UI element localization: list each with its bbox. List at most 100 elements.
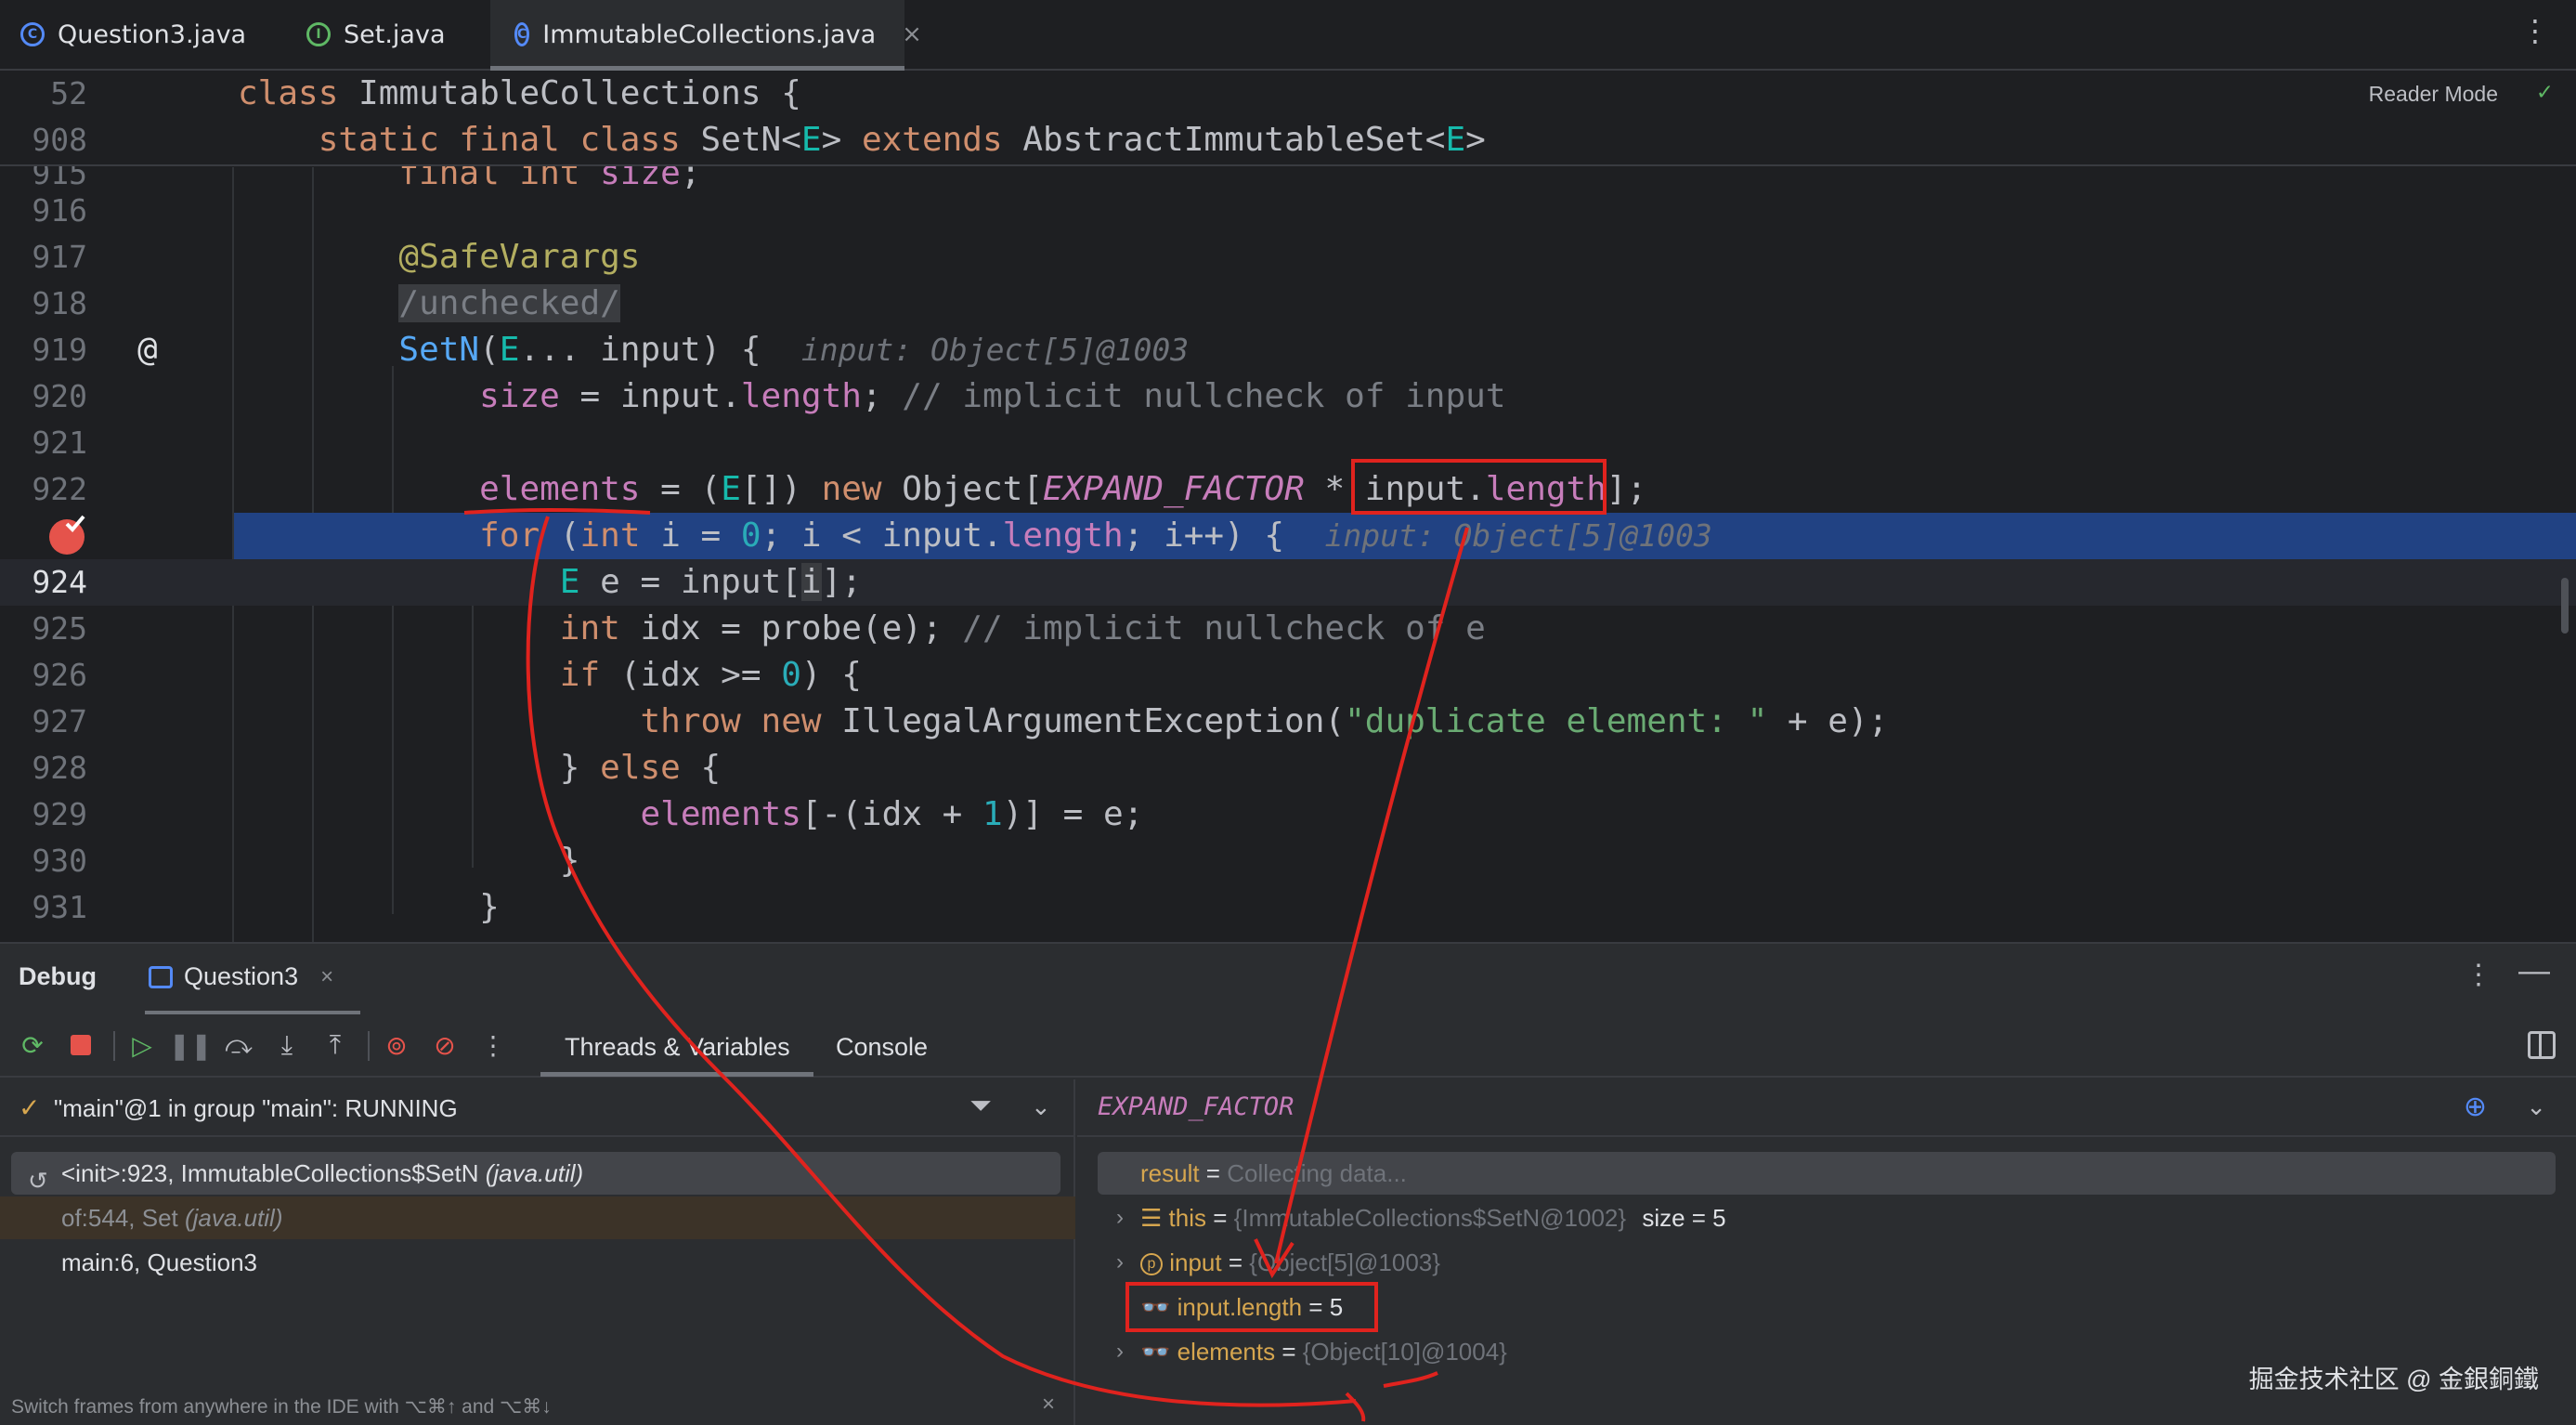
variable-name: this (1168, 1204, 1207, 1232)
field-icon: ☰ (1140, 1204, 1163, 1232)
interface-icon: I (306, 22, 331, 46)
variable-row[interactable]: › p input = {Object[5]@1003} (1098, 1241, 2556, 1284)
code-text: class ImmutableCollections { (238, 74, 801, 112)
sticky-line[interactable]: 908 static final class SetN<E> extends A… (0, 117, 2576, 163)
code-line[interactable]: 924 E e = input[i]; (0, 559, 2576, 606)
code-line[interactable]: 931 } (0, 884, 2576, 931)
equals-sign: = (1199, 1159, 1228, 1187)
close-icon[interactable]: × (902, 20, 922, 48)
variable-name: result (1140, 1159, 1200, 1187)
evaluate-expression-field[interactable]: EXPAND_FACTOR ⊕ ⌄ (1077, 1079, 2576, 1137)
filter-icon[interactable]: ⏷ (969, 1091, 992, 1122)
add-watch-icon[interactable]: ⊕ (2464, 1091, 2487, 1123)
rerun-icon[interactable]: ⟳ (17, 1029, 48, 1061)
code-line[interactable]: 929 elements[-(idx + 1)] = e; (0, 791, 2576, 838)
annotation-box (1351, 459, 1607, 515)
code-line[interactable]: 930 } (0, 838, 2576, 884)
tab-console[interactable]: Console (836, 1033, 928, 1062)
chevron-right-icon[interactable]: › (1116, 1330, 1124, 1373)
line-number: 52 (50, 75, 87, 111)
stack-frame[interactable]: ↺ <init>:923, ImmutableCollections$SetN … (11, 1152, 1060, 1195)
stop-icon[interactable] (65, 1029, 97, 1061)
close-icon[interactable]: × (320, 964, 333, 990)
code-text: size = input.length; // implicit nullche… (479, 377, 1506, 415)
tab-question3-java[interactable]: C Question3.java (0, 0, 277, 69)
variable-body: ☰ this = {ImmutableCollections$SetN@1002… (1140, 1196, 1726, 1239)
debug-title: Debug (19, 962, 97, 990)
variable-row[interactable]: result = Collecting data... (1098, 1152, 2556, 1195)
inspection-ok-icon[interactable]: ✓ (2537, 78, 2552, 106)
stack-frame[interactable]: of:544, Set (java.util) (0, 1196, 1075, 1239)
breakpoint-icon[interactable] (48, 515, 89, 556)
more-icon[interactable]: ⋮ (2520, 13, 2550, 48)
debug-header: Debug Question3 × ⋮ — (0, 944, 2576, 1014)
session-label: Question3 (184, 962, 299, 990)
tab-immutablecollections-java[interactable]: C ImmutableCollections.java × (490, 0, 922, 71)
chevron-down-icon[interactable]: ⌄ (1031, 1092, 1051, 1121)
tab-label: Question3.java (58, 20, 247, 49)
line-number: 925 (32, 610, 87, 647)
variable-row[interactable]: › ☰ this = {ImmutableCollections$SetN@10… (1098, 1196, 2556, 1239)
thread-status-text: "main"@1 in group "main": RUNNING (54, 1094, 458, 1122)
step-over-icon[interactable]: ⤼ (223, 1029, 254, 1061)
more-icon[interactable]: ⋮ (477, 1029, 509, 1061)
code-line[interactable]: 919 SetN(E... input) { input: Object[5]@… (0, 327, 2576, 373)
line-number: 916 (32, 192, 87, 229)
pause-icon[interactable]: ❚❚ (169, 1029, 213, 1061)
step-into-icon[interactable]: ⤓ (271, 1029, 303, 1061)
code-line[interactable]: 917 @SafeVarargs (0, 234, 2576, 281)
sticky-line[interactable]: 52 class ImmutableCollections { (0, 71, 2576, 117)
view-breakpoints-icon[interactable]: ⊚ (381, 1029, 412, 1061)
thread-selector[interactable]: ✓ "main"@1 in group "main": RUNNING ⏷ ⌄ (0, 1079, 1075, 1137)
resume-icon[interactable]: ▷ (126, 1029, 158, 1061)
code-line[interactable]: 927 throw new IllegalArgumentException("… (0, 699, 2576, 745)
code-line[interactable]: 926 if (idx >= 0) { (0, 652, 2576, 699)
reader-mode-button[interactable]: Reader Mode (2369, 82, 2498, 107)
step-out-icon[interactable]: ⤒ (319, 1029, 351, 1061)
line-number: 919 (32, 332, 87, 368)
scrollbar-thumb[interactable] (2561, 578, 2569, 634)
code-text: } (238, 842, 580, 880)
frame-method: main:6, Question3 (61, 1249, 258, 1276)
debug-session-tab[interactable]: Question3 × (149, 962, 333, 991)
tab-label: ImmutableCollections.java (542, 20, 877, 49)
watch-glasses-icon: 👓 (1140, 1338, 1171, 1366)
parameter-icon: p (1140, 1253, 1163, 1276)
class-icon: C (20, 22, 45, 46)
code-text: } (238, 888, 500, 926)
code-line[interactable]: 918 /unchecked/ (0, 281, 2576, 327)
close-icon[interactable]: × (1042, 1392, 1055, 1418)
line-number: 926 (32, 657, 87, 693)
more-icon[interactable]: ⋮ (2465, 959, 2492, 991)
execution-point-line[interactable]: for (int i = 0; i < input.length; i++) {… (234, 513, 2576, 559)
editor-tab-bar: C Question3.java I Set.java C ImmutableC… (0, 0, 2576, 71)
layout-icon[interactable] (2528, 1031, 2556, 1059)
frames-pane: ✓ "main"@1 in group "main": RUNNING ⏷ ⌄ … (0, 1079, 1075, 1425)
line-number: 920 (32, 378, 87, 414)
chevron-right-icon[interactable]: › (1116, 1241, 1124, 1284)
active-tab-indicator (540, 1072, 813, 1077)
mute-breakpoints-icon[interactable]: ⊘ (429, 1029, 461, 1061)
debug-tool-window: Debug Question3 × ⋮ — ⟳ ▷ ❚❚ ⤼ ⤓ ⤒ ⊚ ⊘ ⋮… (0, 942, 2576, 1425)
chevron-down-icon[interactable]: ⌄ (2526, 1092, 2546, 1121)
code-line[interactable]: 921 (0, 420, 2576, 466)
tab-threads-variables[interactable]: Threads & Variables (565, 1033, 790, 1062)
evaluate-expression-text: EXPAND_FACTOR (1098, 1092, 1295, 1121)
code-line[interactable]: 922 elements = (E[]) new Object[EXPAND_F… (0, 466, 2576, 513)
code-line[interactable]: 920 size = input.length; // implicit nul… (0, 373, 2576, 420)
variable-value: {Object[10]@1004} (1302, 1338, 1507, 1366)
code-line[interactable] (0, 513, 234, 559)
implements-at-icon[interactable]: @ (137, 327, 158, 373)
variable-extra: size = 5 (1642, 1204, 1726, 1232)
line-number: 927 (32, 703, 87, 739)
code-line[interactable]: 916 (0, 188, 2576, 234)
stack-frame[interactable]: main:6, Question3 (11, 1241, 1060, 1284)
minimize-icon[interactable]: — (2518, 953, 2550, 989)
tab-set-java[interactable]: I Set.java (279, 0, 488, 69)
variable-name: input (1169, 1249, 1222, 1276)
chevron-right-icon[interactable]: › (1116, 1196, 1124, 1239)
code-line[interactable]: 925 int idx = probe(e); // implicit null… (0, 606, 2576, 652)
code-line[interactable]: 928 } else { (0, 745, 2576, 791)
code-editor[interactable]: 52 class ImmutableCollections { 908 stat… (0, 71, 2576, 942)
line-number: 918 (32, 285, 87, 321)
